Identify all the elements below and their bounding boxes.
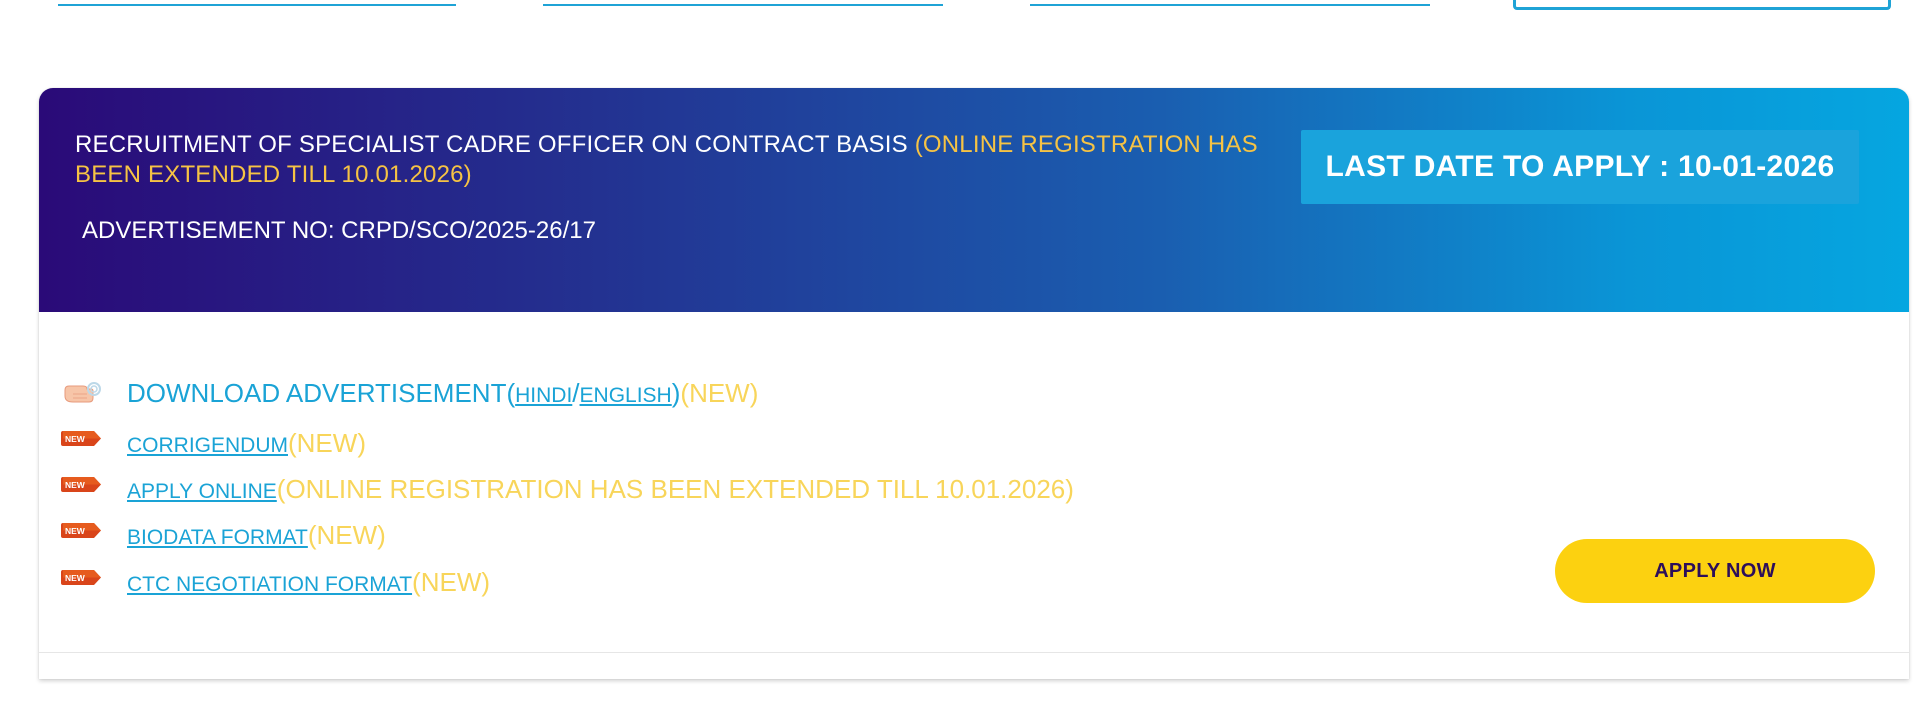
badge-text: NEW xyxy=(65,573,86,583)
list-item-ctc-negotiation-format: NEW CTC NEGOTIATION FORMAT(NEW) xyxy=(39,565,1539,605)
ctc-negotiation-format-text: CTC NEGOTIATION FORMAT(NEW) xyxy=(127,567,490,598)
advertisement-number: ADVERTISEMENT NO: CRPD/SCO/2025-26/17 xyxy=(82,217,596,244)
new-badge-icon: NEW xyxy=(61,567,103,597)
divider xyxy=(39,652,1909,653)
list-item-apply-online: NEW APPLY ONLINE(ONLINE REGISTRATION HAS… xyxy=(39,472,1539,512)
biodata-format-text: BIODATA FORMAT(NEW) xyxy=(127,520,386,551)
link-separator: / xyxy=(572,378,580,408)
biodata-format-link[interactable]: BIODATA FORMAT xyxy=(127,526,308,549)
new-label: (NEW) xyxy=(288,428,366,458)
list-item-corrigendum: NEW CORRIGENDUM(NEW) xyxy=(39,426,1539,466)
apply-online-link[interactable]: APPLY ONLINE xyxy=(127,480,277,503)
tab-underline xyxy=(543,4,943,6)
english-link[interactable]: ENGLISH xyxy=(580,384,672,407)
recruitment-card: RECRUITMENT OF SPECIALIST CADRE OFFICER … xyxy=(39,88,1909,679)
last-date-box: LAST DATE TO APPLY : 10-01-2026 xyxy=(1301,130,1859,204)
list-item-biodata-format: NEW BIODATA FORMAT(NEW) xyxy=(39,518,1539,558)
new-label: (NEW) xyxy=(307,520,386,550)
apply-online-text: APPLY ONLINE(ONLINE REGISTRATION HAS BEE… xyxy=(127,474,1074,505)
badge-text: NEW xyxy=(65,434,86,444)
recruitment-title: RECRUITMENT OF SPECIALIST CADRE OFFICER … xyxy=(75,130,1315,190)
ctc-negotiation-format-link[interactable]: CTC NEGOTIATION FORMAT xyxy=(127,573,412,596)
new-badge-icon: NEW xyxy=(61,428,103,458)
registration-extended-note: (ONLINE REGISTRATION HAS BEEN EXTENDED T… xyxy=(276,474,1074,504)
list-item-download-advertisement: DOWNLOAD ADVERTISEMENT(HINDI/ENGLISH)(NE… xyxy=(39,378,1539,418)
badge-text: NEW xyxy=(65,526,86,536)
hindi-link[interactable]: HINDI xyxy=(515,384,572,407)
page: RECRUITMENT OF SPECIALIST CADRE OFFICER … xyxy=(0,0,1930,708)
pointing-hand-icon xyxy=(61,378,103,408)
corrigendum-link[interactable]: CORRIGENDUM xyxy=(127,434,288,457)
tab-active-outline[interactable] xyxy=(1513,0,1891,10)
new-badge-icon: NEW xyxy=(61,520,103,550)
corrigendum-text: CORRIGENDUM(NEW) xyxy=(127,428,366,459)
new-label: (NEW) xyxy=(680,378,759,408)
tab-underline xyxy=(58,4,456,6)
badge-text: NEW xyxy=(65,480,86,490)
new-badge-icon: NEW xyxy=(61,474,103,504)
recruitment-title-main: RECRUITMENT OF SPECIALIST CADRE OFFICER … xyxy=(75,131,915,158)
apply-now-button[interactable]: APPLY NOW xyxy=(1555,539,1875,603)
download-advertisement-label: DOWNLOAD ADVERTISEMENT( xyxy=(127,378,516,408)
recruitment-banner: RECRUITMENT OF SPECIALIST CADRE OFFICER … xyxy=(39,88,1909,312)
new-label: (NEW) xyxy=(412,567,491,597)
tab-underline xyxy=(1030,4,1430,6)
download-advertisement-text: DOWNLOAD ADVERTISEMENT(HINDI/ENGLISH)(NE… xyxy=(127,378,758,409)
